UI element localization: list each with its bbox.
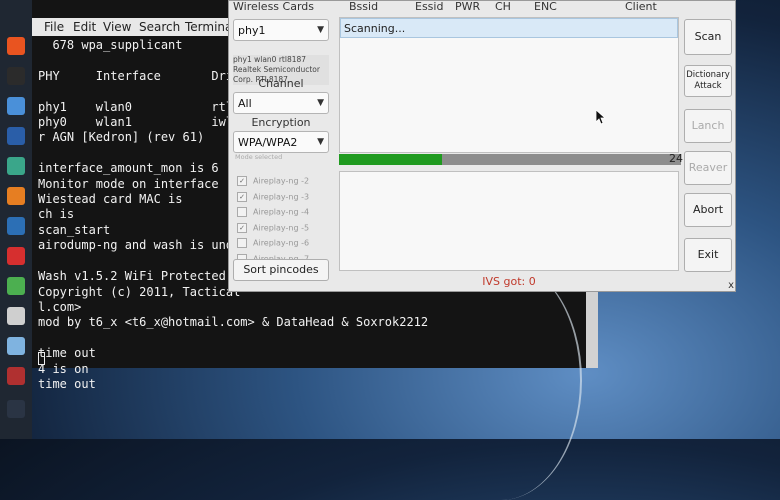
wireless-card-select[interactable]: phy1 ▼ — [233, 19, 329, 41]
encryption-label: Encryption — [251, 116, 311, 129]
mode-label: Aireplay-ng -2 — [253, 176, 310, 186]
checkbox-empty-icon — [237, 238, 247, 249]
close-icon[interactable]: x — [728, 280, 734, 291]
ubuntu-icon[interactable] — [7, 37, 25, 55]
reaver-button[interactable]: Reaver — [684, 151, 732, 185]
dock — [0, 0, 32, 439]
header-enc: ENC — [534, 0, 557, 13]
header-essid: Essid — [415, 0, 444, 13]
scan-status: Scanning... — [340, 18, 678, 38]
maltego-icon[interactable] — [7, 217, 25, 235]
armitage-icon[interactable] — [7, 157, 25, 175]
mode-checkbox[interactable]: ✓ Aireplay-ng -5 — [237, 222, 310, 233]
exit-button[interactable]: Exit — [684, 238, 732, 272]
files-icon[interactable] — [7, 97, 25, 115]
header-bssid: Bssid — [349, 0, 379, 13]
channel-select[interactable]: All ▼ — [233, 92, 329, 114]
mode-checkbox[interactable]: ✓ Aireplay-ng -3 — [237, 191, 310, 202]
network-icon[interactable] — [7, 337, 25, 355]
header-wireless-cards: Wireless Cards — [233, 0, 314, 13]
header-ch: CH — [495, 0, 511, 13]
dictionary-attack-button[interactable]: Dictionary Attack — [684, 65, 732, 97]
mouse-pointer-icon — [596, 110, 606, 125]
menu-search[interactable]: Search — [139, 20, 180, 34]
menu-file[interactable]: File — [44, 20, 64, 34]
chevron-down-icon: ▼ — [317, 25, 324, 35]
ivs-counter: IVS got: 0 — [482, 275, 536, 288]
mode-label: Aireplay-ng -5 — [253, 223, 310, 233]
terminal-cursor — [38, 352, 45, 365]
terminal-menubar: File Edit View Search Terminal — [32, 18, 252, 36]
cutycapt-icon[interactable] — [7, 307, 25, 325]
client-list[interactable] — [339, 171, 679, 271]
menu-view[interactable]: View — [103, 20, 131, 34]
scan-progress-bar: 24 — [339, 152, 683, 165]
menu-edit[interactable]: Edit — [73, 20, 96, 34]
network-list[interactable]: Scanning... — [339, 17, 679, 153]
lanch-button[interactable]: Lanch — [684, 109, 732, 143]
mode-label: Aireplay-ng -3 — [253, 192, 310, 202]
burp-icon[interactable] — [7, 187, 25, 205]
mode-checkbox[interactable]: Aireplay-ng -4 — [237, 207, 310, 218]
header-client: Client — [625, 0, 657, 13]
chevron-down-icon: ▼ — [317, 98, 324, 108]
mode-label: Aireplay-ng -4 — [253, 207, 310, 217]
abort-button[interactable]: Abort — [684, 193, 732, 227]
terminal-icon[interactable] — [7, 67, 25, 85]
mode-label: Aireplay-ng -6 — [253, 238, 310, 248]
checkmark-icon: ✓ — [237, 176, 247, 186]
sort-pincodes-button[interactable]: Sort pincodes — [233, 259, 329, 281]
mode-caption: Mode selected — [235, 153, 283, 161]
recordmydesktop-icon[interactable] — [7, 367, 25, 385]
progress-fill — [339, 154, 442, 165]
progress-value: 24 — [669, 152, 683, 165]
wallpaper-arc — [420, 260, 582, 500]
checkmark-icon: ✓ — [237, 222, 247, 233]
wifi-attack-window: Wireless Cards Bssid Essid PWR CH ENC Cl… — [228, 0, 736, 292]
app-grid-icon[interactable] — [7, 400, 25, 418]
mode-checkbox[interactable]: ✓ Aireplay-ng -2 — [237, 176, 309, 186]
metasploit-icon[interactable] — [7, 127, 25, 145]
header-pwr: PWR — [455, 0, 481, 13]
checkmark-icon: ✓ — [237, 191, 247, 202]
checkbox-empty-icon — [237, 207, 247, 218]
scan-button[interactable]: Scan — [684, 19, 732, 55]
mode-checkbox[interactable]: Aireplay-ng -6 — [237, 238, 310, 249]
chevron-down-icon: ▼ — [317, 137, 324, 147]
faraday-icon[interactable] — [7, 247, 25, 265]
leafpad-icon[interactable] — [7, 277, 25, 295]
channel-label: Channel — [258, 77, 304, 90]
encryption-select[interactable]: WPA/WPA2 ▼ — [233, 131, 329, 153]
